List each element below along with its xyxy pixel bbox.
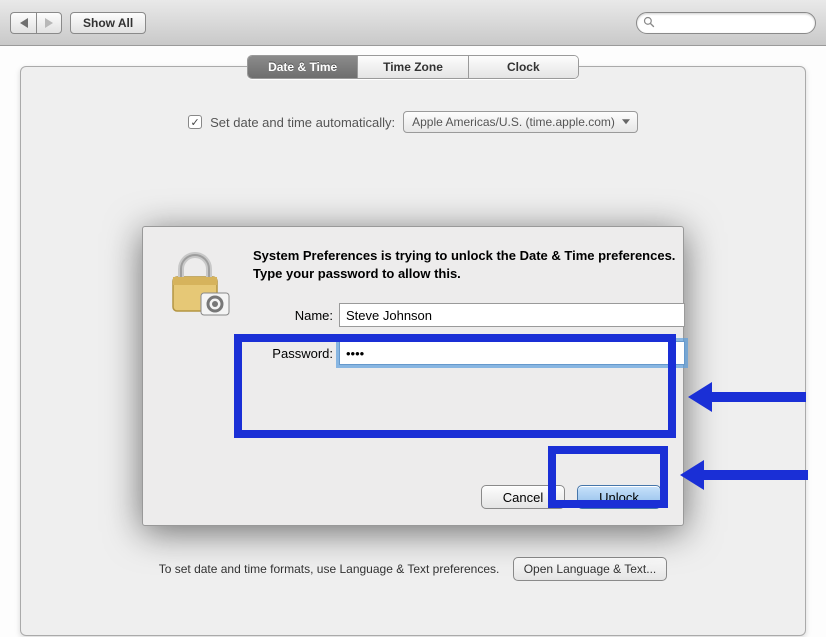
toolbar: Show All: [0, 0, 826, 46]
tab-clock[interactable]: Clock: [469, 56, 578, 78]
tab-date-time[interactable]: Date & Time: [248, 56, 358, 78]
dialog-buttons: Cancel Unlock: [481, 485, 661, 509]
unlock-button[interactable]: Unlock: [577, 485, 661, 509]
auth-message: System Preferences is trying to unlock t…: [253, 247, 685, 283]
show-all-label: Show All: [83, 16, 133, 30]
tab-group: Date & Time Time Zone Clock: [247, 55, 579, 79]
back-button[interactable]: [10, 12, 36, 34]
search-field-wrap: [636, 12, 816, 34]
auto-checkbox-label: Set date and time automatically:: [210, 115, 395, 130]
unlock-label: Unlock: [599, 490, 639, 505]
cancel-label: Cancel: [503, 490, 543, 505]
password-label: Password:: [253, 346, 339, 361]
prefs-window: Show All Date & Time Time Zone Clock ✓ S…: [0, 0, 826, 637]
time-server-select[interactable]: Apple Americas/U.S. (time.apple.com): [403, 111, 638, 133]
lock-icon: [163, 247, 235, 319]
triangle-left-icon: [20, 18, 28, 28]
credential-fields: Name: Password:: [253, 303, 685, 365]
cancel-button[interactable]: Cancel: [481, 485, 565, 509]
show-all-button[interactable]: Show All: [70, 12, 146, 34]
password-input[interactable]: [339, 341, 685, 365]
open-language-text-label: Open Language & Text...: [524, 562, 657, 576]
name-input[interactable]: [339, 303, 685, 327]
tab-label: Clock: [507, 60, 540, 74]
triangle-right-icon: [45, 18, 53, 28]
tab-time-zone[interactable]: Time Zone: [358, 56, 468, 78]
forward-button[interactable]: [36, 12, 62, 34]
footer-text: To set date and time formats, use Langua…: [159, 562, 500, 576]
auth-dialog: System Preferences is trying to unlock t…: [142, 226, 684, 526]
open-language-text-button[interactable]: Open Language & Text...: [513, 557, 668, 581]
tab-label: Date & Time: [268, 60, 337, 74]
search-input[interactable]: [636, 12, 816, 34]
tab-label: Time Zone: [383, 60, 443, 74]
nav-button-group: [10, 12, 62, 34]
search-icon: [643, 16, 655, 28]
auto-checkbox[interactable]: ✓: [188, 115, 202, 129]
footer: To set date and time formats, use Langua…: [21, 557, 805, 581]
content-area: Date & Time Time Zone Clock ✓ Set date a…: [0, 46, 826, 637]
auto-datetime-row: ✓ Set date and time automatically: Apple…: [21, 111, 805, 133]
name-label: Name:: [253, 308, 339, 323]
time-server-value: Apple Americas/U.S. (time.apple.com): [412, 115, 615, 129]
